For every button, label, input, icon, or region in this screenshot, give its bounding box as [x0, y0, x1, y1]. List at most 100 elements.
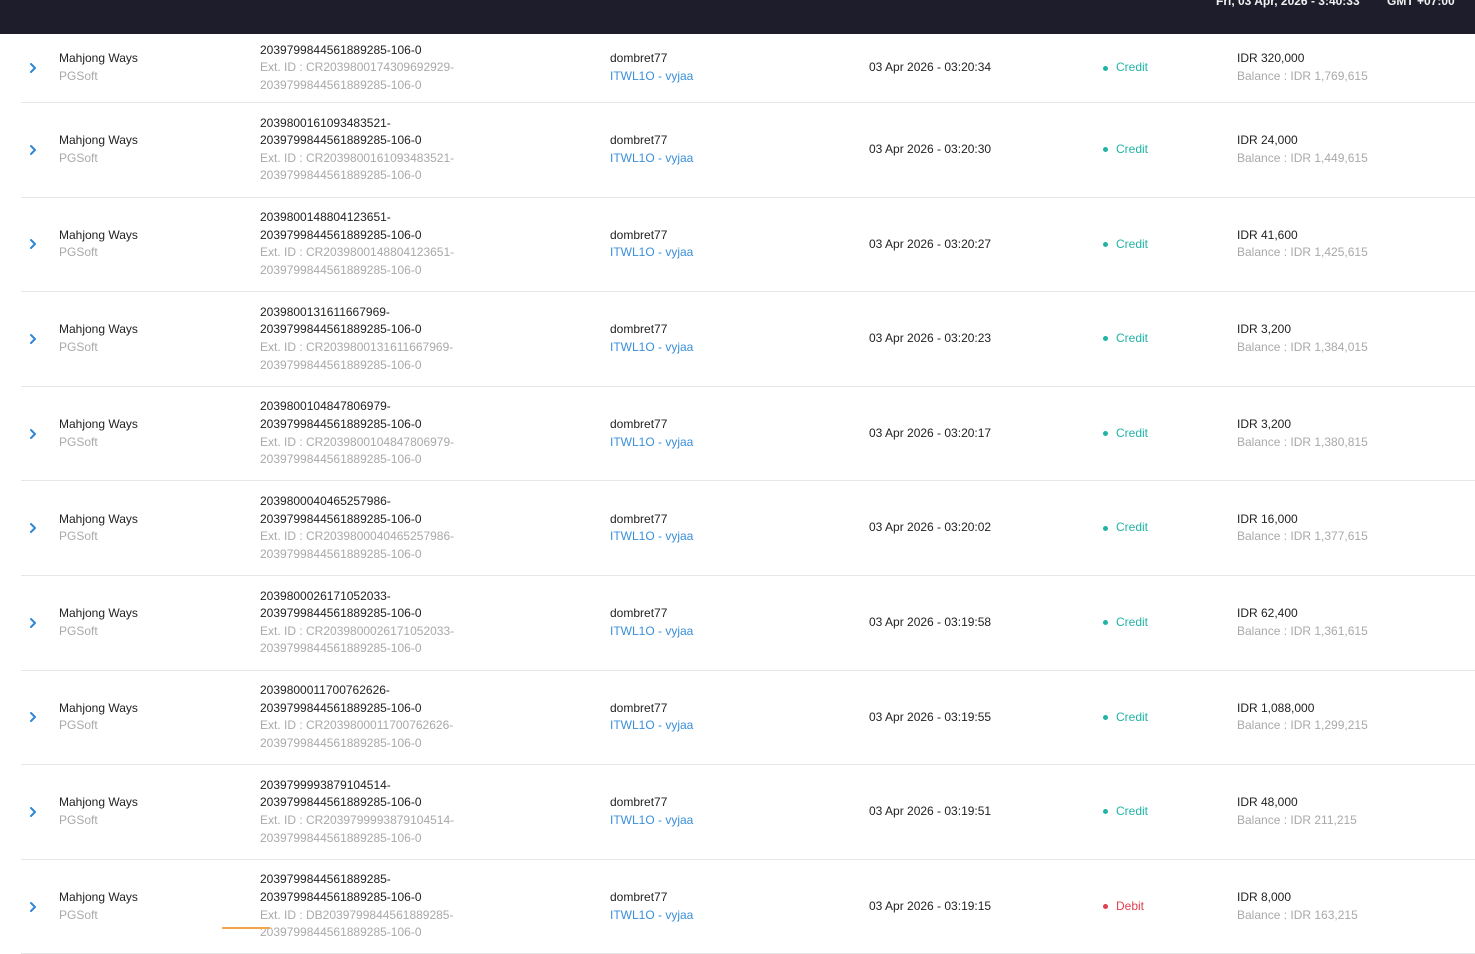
expand-cell[interactable]: [26, 481, 40, 575]
chevron-right-icon[interactable]: [28, 428, 38, 440]
game-name: Mahjong Ways: [59, 889, 138, 904]
top-bar: Fri, 03 Apr, 2026 - 3:40:33 GMT +07:00: [0, 0, 1475, 34]
amount-cell: IDR 24,000 Balance : IDR 1,449,615: [1237, 103, 1467, 197]
agent-link[interactable]: ITWL1O - vyjaa: [610, 339, 840, 357]
amount-cell: IDR 320,000 Balance : IDR 1,769,615: [1237, 34, 1467, 102]
external-id: Ext. ID : CR2039800174309692929-: [260, 60, 455, 75]
status-label: Debit: [1116, 898, 1145, 913]
table-row[interactable]: Mahjong Ways PGSoft 2039800040465257986- 20…: [21, 481, 1475, 576]
chevron-right-icon[interactable]: [28, 711, 38, 723]
user-cell: dombret77 ITWL1O - vyjaa: [610, 576, 840, 670]
date-cell: 03 Apr 2026 - 03:19:51: [869, 765, 1089, 859]
user-cell: dombret77 ITWL1O - vyjaa: [610, 292, 840, 386]
type-cell: Credit: [1103, 292, 1223, 386]
transaction-id-cell: 2039799993879104514- 2039799844561889285-…: [260, 765, 590, 859]
transaction-id-cell: 2039800026171052033- 2039799844561889285-…: [260, 576, 590, 670]
external-id: Ext. ID : DB2039799844561889285-: [260, 907, 454, 922]
table-row[interactable]: Mahjong Ways PGSoft 2039799844561889285- 20…: [21, 860, 1475, 954]
agent-link[interactable]: ITWL1O - vyjaa: [610, 244, 840, 262]
game-provider: PGSoft: [59, 812, 98, 827]
expand-cell[interactable]: [26, 292, 40, 386]
external-id: 2039799844561889285-106-0: [260, 830, 422, 845]
chevron-right-icon[interactable]: [28, 806, 38, 818]
transaction-date: 03 Apr 2026 - 03:20:02: [869, 520, 992, 535]
agent-link[interactable]: ITWL1O - vyjaa: [610, 812, 840, 830]
status-dot-icon: [1103, 336, 1108, 342]
game-cell: Mahjong Ways PGSoft: [59, 576, 249, 670]
amount: IDR 320,000: [1237, 51, 1305, 66]
type-cell: Credit: [1103, 387, 1223, 481]
chevron-right-icon[interactable]: [28, 144, 38, 156]
expand-cell[interactable]: [26, 860, 40, 954]
agent-link[interactable]: ITWL1O - vyjaa: [610, 150, 840, 168]
table-row[interactable]: Mahjong Ways PGSoft 2039800026171052033- 20…: [21, 576, 1475, 671]
status-label: Credit: [1116, 142, 1149, 156]
transaction-date: 03 Apr 2026 - 03:20:30: [869, 142, 992, 156]
chevron-right-icon[interactable]: [28, 901, 38, 913]
expand-cell[interactable]: [26, 198, 40, 292]
external-id: Ext. ID : CR2039800148804123651-: [260, 245, 455, 260]
type-cell: Credit: [1103, 671, 1223, 765]
date-cell: 03 Apr 2026 - 03:19:15: [869, 860, 1089, 954]
transaction-id: 2039800131611667969-: [260, 304, 390, 319]
agent-link[interactable]: ITWL1O - vyjaa: [610, 623, 840, 641]
chevron-right-icon[interactable]: [28, 62, 38, 74]
expand-cell[interactable]: [26, 765, 40, 859]
transaction-id: 2039799844561889285-: [260, 872, 391, 887]
external-id: 2039799844561889285-106-0: [260, 925, 422, 940]
amount-cell: IDR 3,200 Balance : IDR 1,384,015: [1237, 292, 1467, 386]
table-row[interactable]: Mahjong Ways PGSoft 2039800161093483521- 20…: [21, 103, 1475, 198]
table-row[interactable]: Mahjong Ways PGSoft 2039800148804123651- 20…: [21, 198, 1475, 293]
transaction-id: 2039800104847806979-: [260, 399, 391, 414]
transaction-id-cell: 2039800011700762626- 2039799844561889285-…: [260, 671, 590, 765]
date-cell: 03 Apr 2026 - 03:20:02: [869, 481, 1089, 575]
status-badge: Credit: [1103, 709, 1223, 727]
username: dombret77: [610, 889, 668, 904]
agent-link[interactable]: ITWL1O - vyjaa: [610, 907, 840, 925]
user-cell: dombret77 ITWL1O - vyjaa: [610, 387, 840, 481]
game-cell: Mahjong Ways PGSoft: [59, 765, 249, 859]
username: dombret77: [610, 51, 668, 66]
table-row[interactable]: Mahjong Ways PGSoft 2039800011700762626- 20…: [21, 671, 1475, 766]
transaction-id: 2039799844561889285-106-0: [260, 511, 422, 526]
transaction-id: 2039799844561889285-106-0: [260, 700, 422, 715]
expand-cell[interactable]: [26, 387, 40, 481]
transaction-id-cell: 2039800148804123651- 2039799844561889285-…: [260, 198, 590, 292]
chevron-right-icon[interactable]: [28, 333, 38, 345]
expand-cell[interactable]: [26, 34, 40, 102]
status-label: Credit: [1116, 60, 1149, 75]
agent-link[interactable]: ITWL1O - vyjaa: [610, 528, 840, 546]
agent-link[interactable]: ITWL1O - vyjaa: [610, 68, 840, 86]
table-row[interactable]: Mahjong Ways PGSoft 2039799993879104514- 20…: [21, 765, 1475, 860]
username: dombret77: [610, 416, 668, 431]
agent-link[interactable]: ITWL1O - vyjaa: [610, 717, 840, 735]
table-row[interactable]: Mahjong Ways PGSoft 2039800131611667969- 20…: [21, 292, 1475, 387]
amount-cell: IDR 41,600 Balance : IDR 1,425,615: [1237, 198, 1467, 292]
agent-link[interactable]: ITWL1O - vyjaa: [610, 434, 840, 452]
chevron-right-icon[interactable]: [28, 522, 38, 534]
username: dombret77: [610, 227, 668, 242]
date-cell: 03 Apr 2026 - 03:20:23: [869, 292, 1089, 386]
username: dombret77: [610, 795, 668, 810]
transaction-id: 2039800161093483521-: [260, 115, 391, 130]
amount: IDR 24,000: [1237, 133, 1298, 148]
chevron-right-icon[interactable]: [28, 238, 38, 250]
table-row[interactable]: Mahjong Ways PGSoft 2039799844561889285-10…: [21, 34, 1475, 103]
status-dot-icon: [1103, 65, 1108, 71]
expand-cell[interactable]: [26, 671, 40, 765]
date-cell: 03 Apr 2026 - 03:20:27: [869, 198, 1089, 292]
user-cell: dombret77 ITWL1O - vyjaa: [610, 860, 840, 954]
game-name: Mahjong Ways: [59, 322, 138, 337]
status-label: Credit: [1116, 236, 1149, 251]
type-cell: Credit: [1103, 765, 1223, 859]
transaction-id: 2039799844561889285-106-0: [260, 322, 422, 337]
chevron-right-icon[interactable]: [28, 617, 38, 629]
transaction-id: 2039800026171052033-: [260, 588, 391, 603]
expand-cell[interactable]: [26, 103, 40, 197]
status-dot-icon: [1103, 714, 1108, 720]
status-label: Credit: [1116, 425, 1149, 440]
table-row[interactable]: Mahjong Ways PGSoft 2039800104847806979- 20…: [21, 387, 1475, 482]
transaction-date: 03 Apr 2026 - 03:20:23: [869, 331, 992, 346]
expand-cell[interactable]: [26, 576, 40, 670]
game-cell: Mahjong Ways PGSoft: [59, 198, 249, 292]
